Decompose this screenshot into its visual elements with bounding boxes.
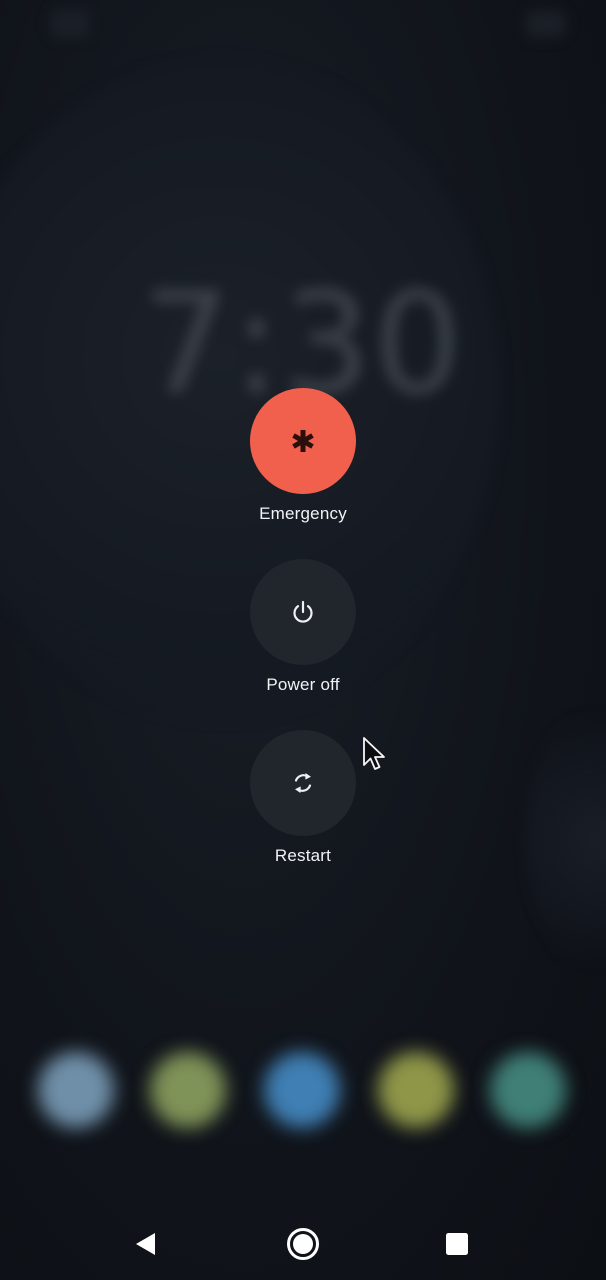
back-button[interactable] xyxy=(128,1228,164,1264)
emergency-button[interactable] xyxy=(250,388,356,494)
restart-icon xyxy=(290,770,316,796)
home-button[interactable] xyxy=(285,1227,321,1266)
power-off-button[interactable] xyxy=(250,559,356,665)
emergency-label: Emergency xyxy=(259,504,347,523)
mouse-pointer-icon xyxy=(362,736,388,777)
screen: 7:30 Emergency Power off Restart xyxy=(0,0,606,1280)
restart-label: Restart xyxy=(274,846,332,865)
restart-button[interactable] xyxy=(250,730,356,836)
back-icon xyxy=(133,1231,159,1262)
power-icon xyxy=(290,599,316,625)
power-off-label: Power off xyxy=(266,675,340,694)
recents-icon xyxy=(445,1232,469,1261)
emergency-action[interactable]: Emergency xyxy=(230,388,376,524)
power-off-action[interactable]: Power off xyxy=(230,559,376,695)
recents-button[interactable] xyxy=(439,1228,475,1264)
asterisk-icon xyxy=(290,428,316,454)
power-menu: Emergency Power off Restart xyxy=(0,0,606,1280)
home-icon xyxy=(286,1227,320,1266)
navigation-bar xyxy=(0,1210,606,1280)
restart-action[interactable]: Restart xyxy=(230,730,376,866)
